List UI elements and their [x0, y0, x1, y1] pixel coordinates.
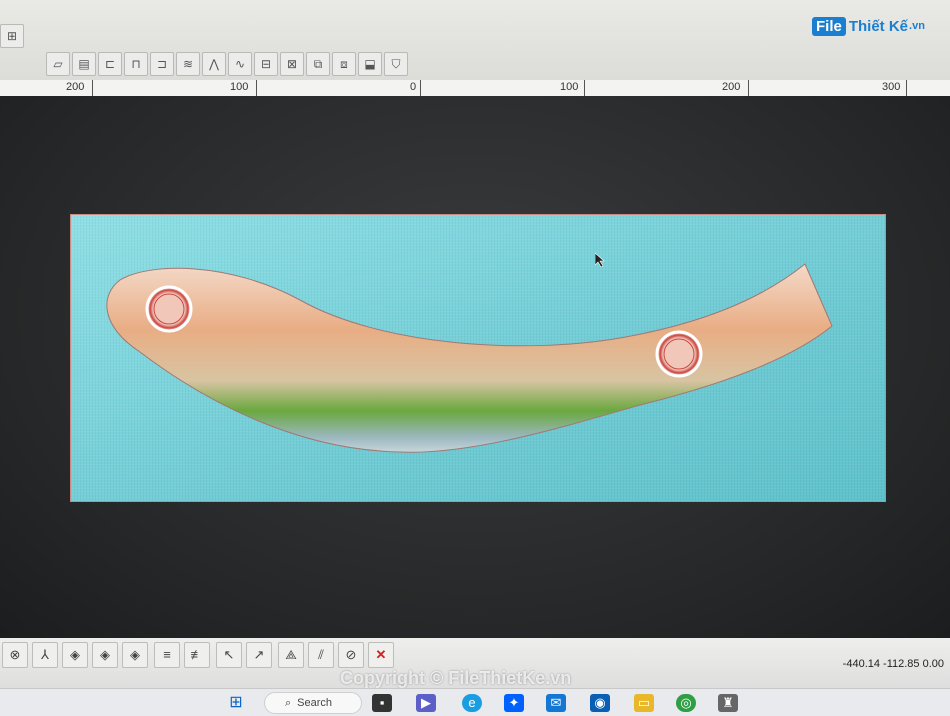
logo-mark: File [812, 16, 846, 36]
mirror-icon[interactable]: ⊠ [280, 52, 304, 76]
cross-section-icon[interactable]: ⊘ [338, 642, 364, 668]
cylinder-icon[interactable]: ⊏ [98, 52, 122, 76]
windows-taskbar: ⊞ ⌕ Search ▪ ▶ e ✦ ✉ ◉ ▭ ◎ ♜ [0, 688, 950, 716]
copyright-watermark: Copyright © FileThietKe.vn [340, 668, 572, 688]
diamond-icon[interactable]: ◈ [92, 642, 118, 668]
top-toolbar: ⊞ ▱ ▤ ⊏ ⊓ ⊐ ≋ ⋀ ∿ ⊟ ⊠ ⧉ ⧈ ⬓ ⛉ File Thiết… [0, 0, 950, 80]
search-label: Search [297, 697, 333, 709]
mesh-icon[interactable]: ⊟ [254, 52, 278, 76]
ruler-label: 300 [882, 81, 901, 93]
store-icon[interactable]: ◉ [590, 694, 610, 712]
spline-icon[interactable]: ∿ [228, 52, 252, 76]
array-icon[interactable]: ⧉ [306, 52, 330, 76]
axis-icon[interactable]: ⅄ [32, 642, 58, 668]
windows-start-icon[interactable]: ⊞ [226, 694, 246, 712]
dropbox-icon[interactable]: ✦ [504, 694, 524, 712]
corner-icons: ⊞ [0, 24, 24, 48]
site-logo: File Thiết Kế .vn [812, 14, 925, 38]
horizontal-ruler: 200 100 0 100 200 300 [0, 80, 950, 97]
diamond-icon[interactable]: ◈ [62, 642, 88, 668]
cad-app-icon[interactable]: ♜ [718, 694, 738, 712]
logo-name: Thiết Kế [848, 17, 909, 35]
revolve-icon[interactable]: ⊐ [150, 52, 174, 76]
video-call-icon[interactable]: ▶ [416, 694, 436, 712]
group-icon[interactable]: ⧈ [332, 52, 356, 76]
layers-edit-icon[interactable]: ≢ [184, 642, 210, 668]
deselect-icon[interactable]: ↗ [246, 642, 272, 668]
delete-icon[interactable]: ✕ [368, 642, 394, 668]
mail-icon[interactable]: ✉ [546, 694, 566, 712]
logo-suffix: .vn [909, 20, 925, 32]
chrome-icon[interactable]: ◎ [676, 694, 696, 712]
task-view-icon[interactable]: ▪ [372, 694, 392, 712]
edge-browser-icon[interactable]: e [462, 694, 482, 712]
ruler-label: 200 [66, 81, 85, 93]
transform-toolbar: ⟁ ⫽ ⊘ ✕ [278, 642, 394, 668]
ruler-label: 100 [230, 81, 249, 93]
layers-icon[interactable]: ≡ [154, 642, 180, 668]
corner-tool-icon[interactable]: ⊞ [0, 24, 24, 48]
loft-icon[interactable]: ⋀ [202, 52, 226, 76]
search-icon: ⌕ [285, 696, 292, 709]
file-explorer-icon[interactable]: ▭ [634, 694, 654, 712]
mouse-cursor-icon [594, 252, 605, 272]
view-toolbar: ◈ ◈ ◈ [62, 642, 148, 668]
sweep-icon[interactable]: ≋ [176, 52, 200, 76]
extrude-icon[interactable]: ⊓ [124, 52, 148, 76]
model-canvas[interactable] [70, 214, 886, 502]
layer-toolbar: ≡ ≢ [154, 642, 210, 668]
box-icon[interactable]: ▤ [72, 52, 96, 76]
align-icon[interactable]: ⫽ [308, 642, 334, 668]
shield-icon[interactable]: ⛉ [384, 52, 408, 76]
coordinate-readout: -440.14 -112.85 0.00 [842, 658, 944, 670]
snap-icon[interactable]: ⊗ [2, 642, 28, 668]
ruler-label: 100 [560, 81, 579, 93]
ruler-label: 0 [410, 81, 417, 93]
viewport[interactable] [0, 96, 950, 638]
snap-toolbar: ⊗ ⅄ [2, 642, 58, 668]
diamond-icon[interactable]: ◈ [122, 642, 148, 668]
transform-icon[interactable]: ⟁ [278, 642, 304, 668]
modeling-toolbar: ▱ ▤ ⊏ ⊓ ⊐ ≋ ⋀ ∿ ⊟ ⊠ ⧉ ⧈ ⬓ ⛉ [46, 52, 408, 78]
plane-icon[interactable]: ▱ [46, 52, 70, 76]
select-icon[interactable]: ↖ [216, 642, 242, 668]
shell-icon[interactable]: ⬓ [358, 52, 382, 76]
taskbar-search[interactable]: ⌕ Search [264, 692, 362, 714]
ruler-label: 200 [722, 81, 741, 93]
selection-toolbar: ↖ ↗ [216, 642, 272, 668]
